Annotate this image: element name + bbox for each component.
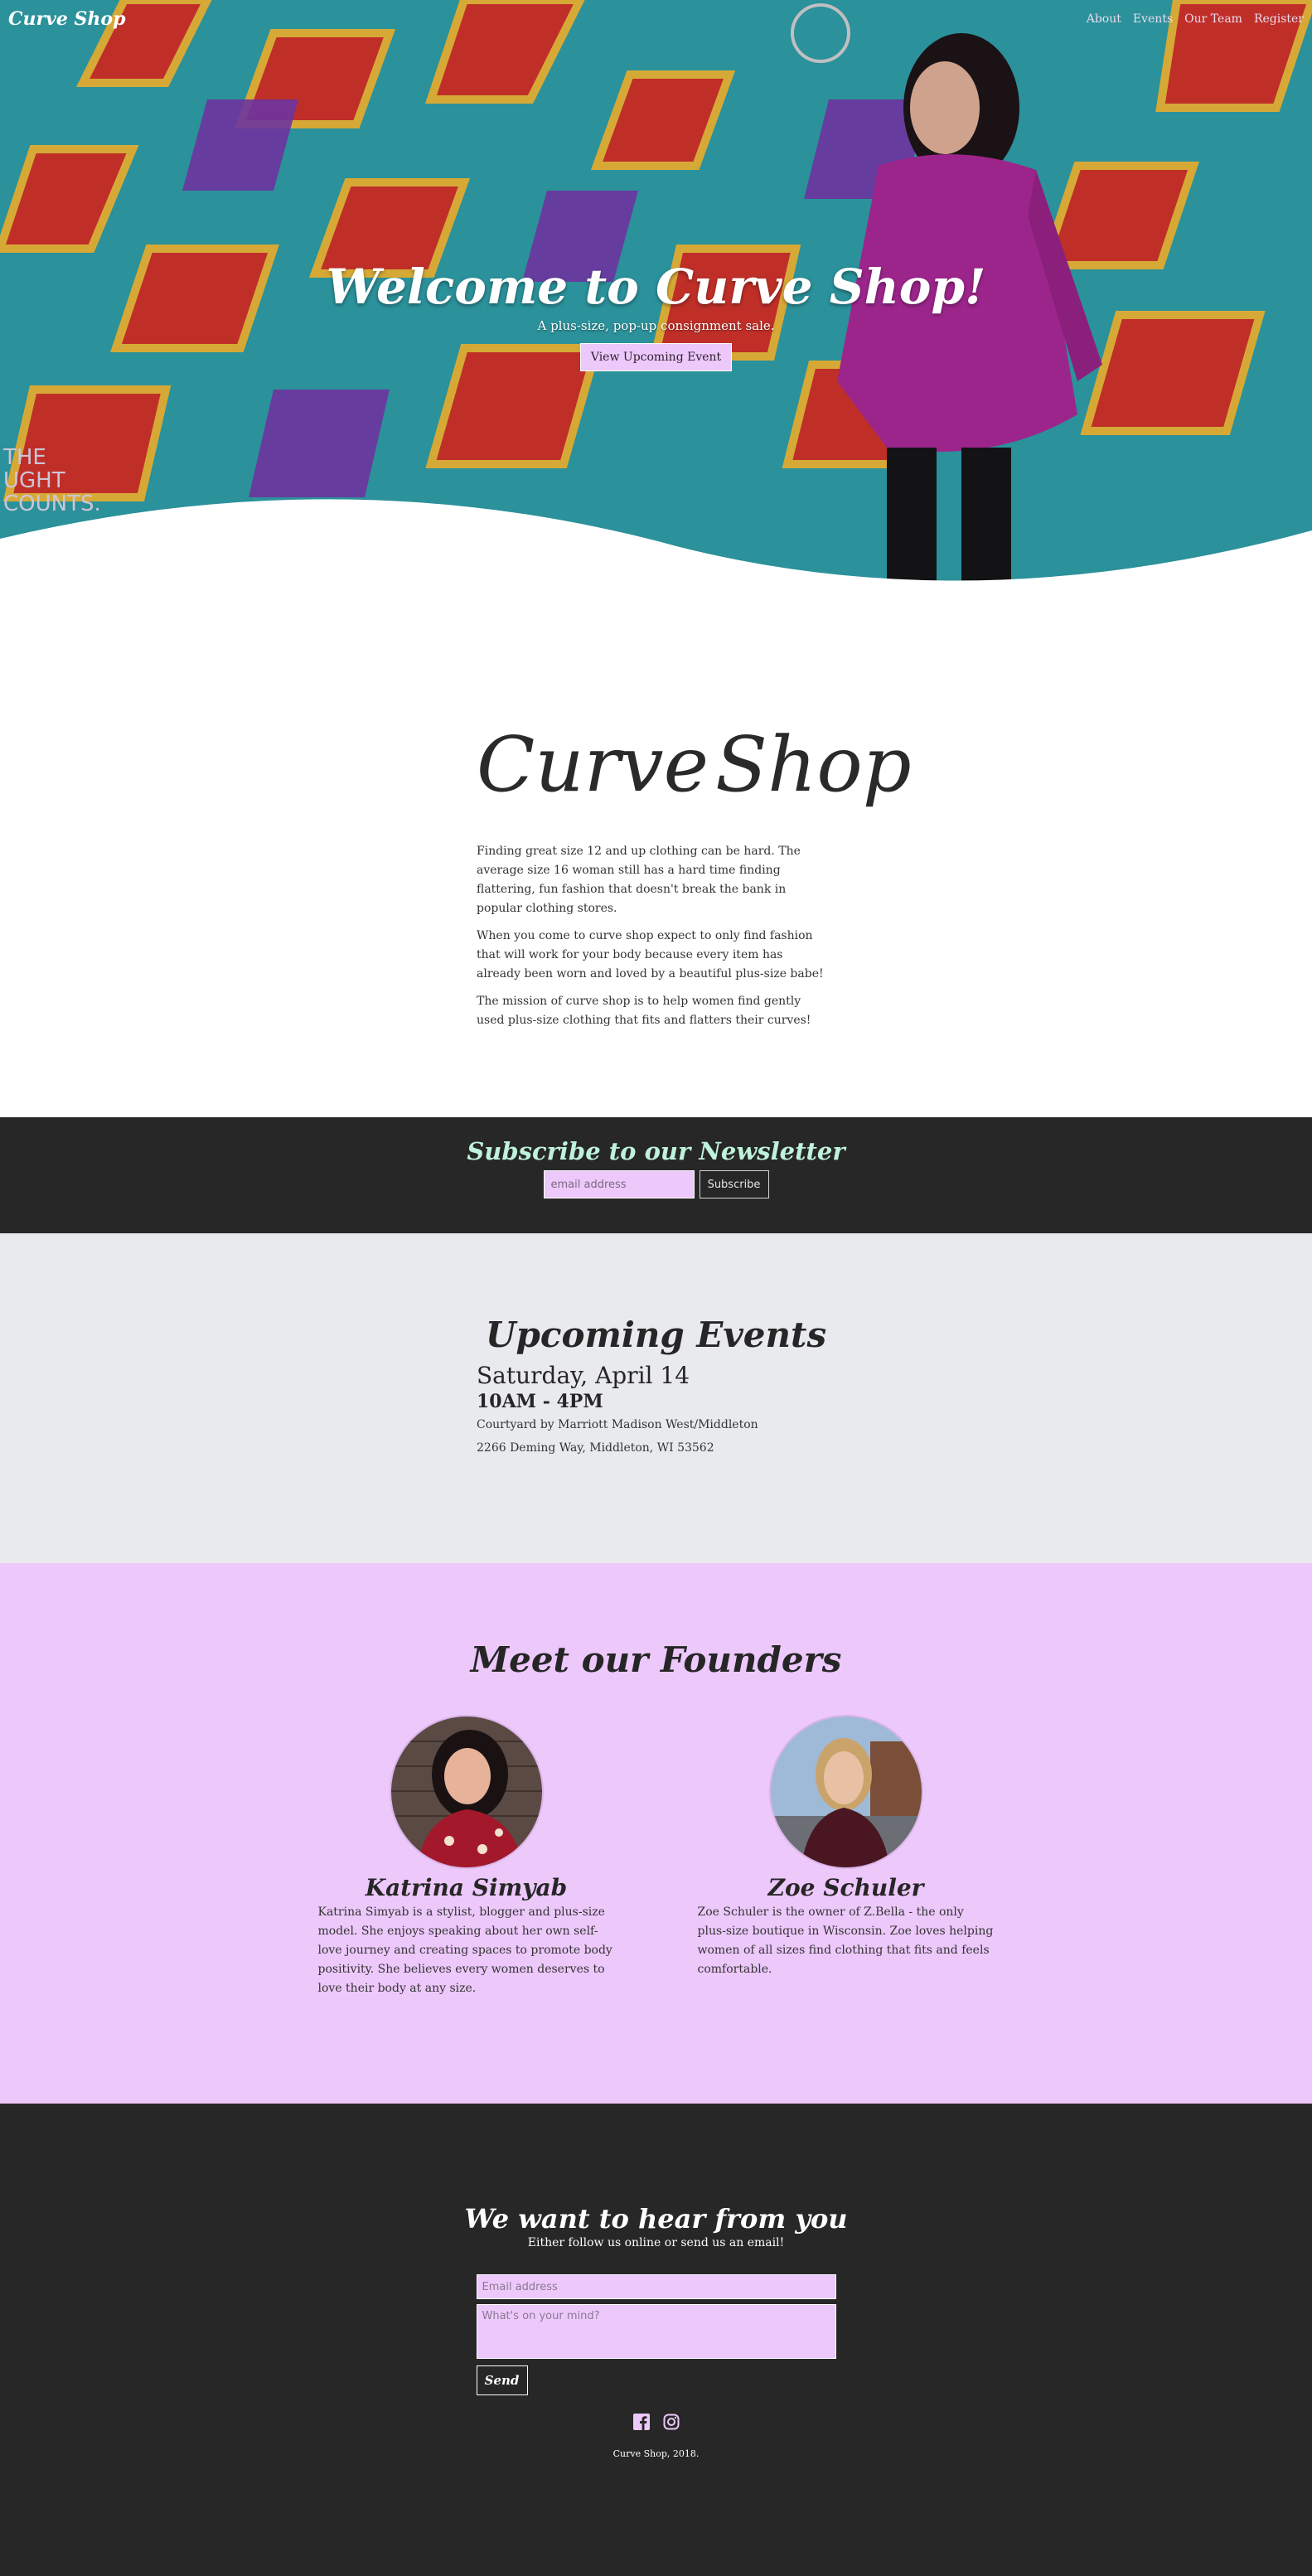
logo-word-left: Curve — [477, 720, 709, 809]
event-venue: Courtyard by Marriott Madison West/Middl… — [477, 1418, 758, 1431]
events-section: Upcoming Events Saturday, April 14 10AM … — [0, 1233, 1312, 1563]
newsletter-form: email address Subscribe — [0, 1170, 1312, 1198]
about-content: Curve Shop Finding great size 12 and up … — [477, 719, 912, 1030]
top-nav: Curve Shop About Events Our Team Registe… — [0, 0, 1312, 38]
subscribe-button[interactable]: Subscribe — [699, 1170, 769, 1198]
about-paragraph: Finding great size 12 and up clothing ca… — [477, 845, 801, 915]
founder-name: Zoe Schuler — [767, 1874, 924, 1901]
hero-content: Welcome to Curve Shop! A plus-size, pop-… — [0, 257, 1312, 371]
newsletter-section: Subscribe to our Newsletter email addres… — [0, 1117, 1312, 1233]
copyright-text: Curve Shop, 2018. — [612, 2448, 700, 2459]
curve-shop-logo: Curve Shop — [477, 719, 912, 811]
newsletter-email-input[interactable]: email address — [543, 1170, 695, 1198]
contact-subtitle: Either follow us online or send us an em… — [527, 2236, 785, 2249]
nav-link-register[interactable]: Register — [1254, 12, 1304, 26]
events-title: Upcoming Events — [485, 1315, 827, 1355]
hero-title: Welcome to Curve Shop! — [326, 259, 986, 315]
contact-title: We want to hear from you — [464, 2203, 848, 2235]
nav-link-about[interactable]: About — [1087, 12, 1121, 26]
nav-link-our-team[interactable]: Our Team — [1184, 12, 1242, 26]
about-section: Curve Shop Finding great size 12 and up … — [0, 597, 1312, 1117]
newsletter-title: Subscribe to our Newsletter — [467, 1137, 845, 1165]
founder-bio: Zoe Schuler is the owner of Z.Bella - th… — [697, 1905, 994, 1976]
founder-photo — [389, 1715, 544, 1869]
instagram-icon[interactable] — [663, 2414, 680, 2430]
event-address: 2266 Deming Way, Middleton, WI 53562 — [477, 1441, 714, 1455]
view-upcoming-event-button[interactable]: View Upcoming Event — [579, 343, 733, 371]
send-button[interactable]: Send — [476, 2365, 528, 2395]
founder-photo — [768, 1715, 923, 1869]
contact-message-textarea[interactable]: What's on your mind? — [476, 2304, 836, 2359]
founder-card: Katrina Simyab Katrina Simyab is a styli… — [318, 1715, 615, 1998]
social-links — [0, 2414, 1312, 2430]
founders-section: Meet our Founders Katrina Simyab Katrina… — [0, 1563, 1312, 2104]
founder-name: Katrina Simyab — [365, 1874, 568, 1901]
about-paragraph: When you come to curve shop expect to on… — [477, 929, 824, 981]
hero-subtitle: A plus-size, pop-up consignment sale. — [537, 318, 775, 333]
founders-title: Meet our Founders — [470, 1639, 842, 1680]
hero-wave-divider — [0, 499, 1312, 597]
contact-email-input[interactable]: Email address — [476, 2274, 836, 2299]
hero-section: THE UGHT COUNTS. Welcome to Curve Shop! … — [0, 0, 1312, 597]
event-time: 10AM - 4PM — [477, 1391, 603, 1412]
founder-card: Zoe Schuler Zoe Schuler is the owner of … — [698, 1715, 995, 1998]
contact-form: Email address What's on your mind? Send — [476, 2274, 836, 2395]
event-date: Saturday, April 14 — [477, 1362, 690, 1389]
nav-link-events[interactable]: Events — [1133, 12, 1173, 26]
contact-section: We want to hear from you Either follow u… — [0, 2104, 1312, 2576]
brand-logo-link[interactable]: Curve Shop — [8, 8, 125, 30]
facebook-icon[interactable] — [632, 2414, 650, 2430]
event-details: Saturday, April 14 10AM - 4PM Courtyard … — [477, 1362, 825, 1455]
founder-bio: Katrina Simyab is a stylist, blogger and… — [317, 1905, 612, 1995]
about-paragraph: The mission of curve shop is to help wom… — [477, 995, 811, 1027]
nav-links: About Events Our Team Register — [1087, 12, 1304, 26]
logo-word-right: Shop — [715, 720, 912, 809]
founders-list: Katrina Simyab Katrina Simyab is a styli… — [0, 1715, 1312, 1998]
